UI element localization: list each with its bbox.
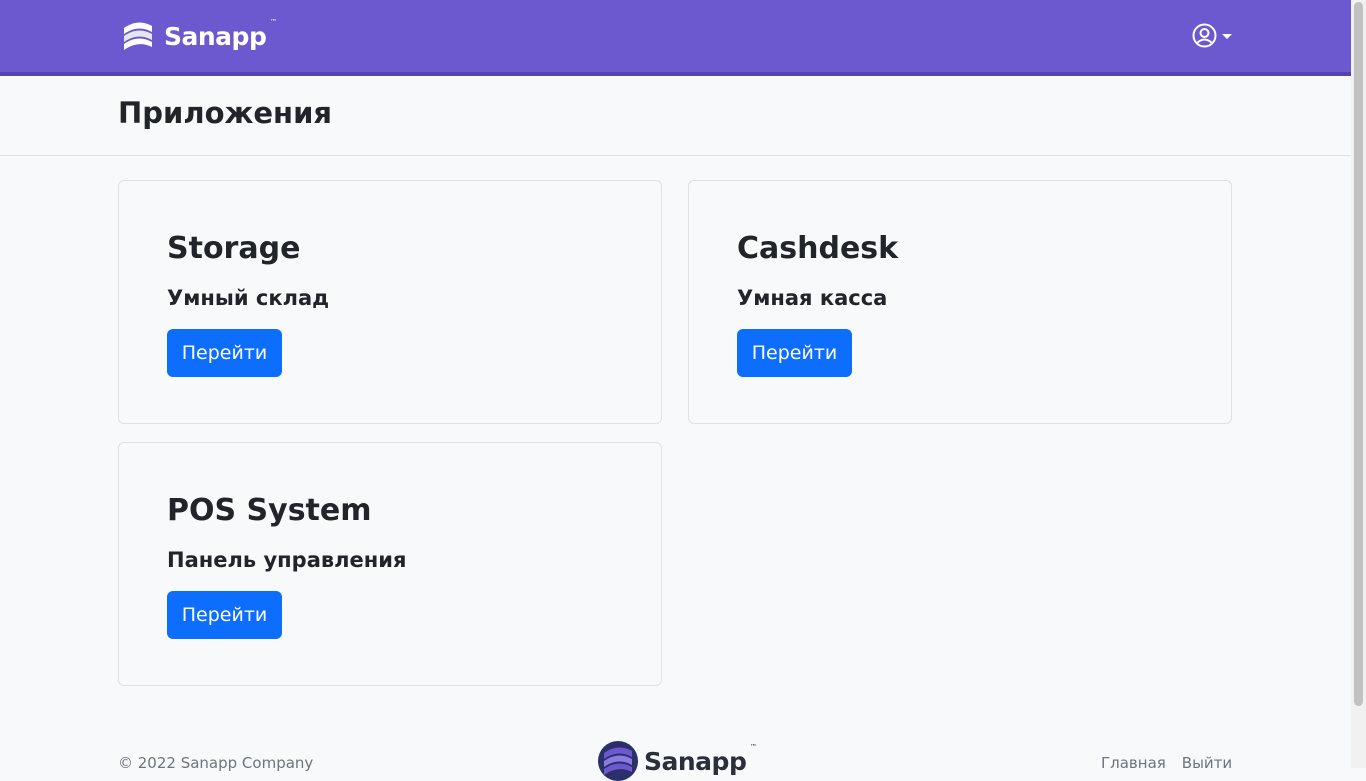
sanapp-logo-icon [118, 16, 158, 56]
footer-link-logout[interactable]: Выйти [1182, 754, 1232, 772]
sanapp-logo-icon [598, 741, 638, 781]
app-card-pos-system: POS System Панель управления Перейти [118, 442, 662, 686]
go-button-storage[interactable]: Перейти [167, 329, 282, 377]
footer-links: Главная Выйти [1101, 754, 1232, 772]
footer-copyright: © 2022 Sanapp Company [118, 754, 314, 772]
footer-link-home[interactable]: Главная [1101, 754, 1166, 772]
app-card-title: Storage [167, 231, 301, 266]
footer-brand-name: Sanapp ™ [644, 742, 757, 776]
app-card-description: Умная касса [737, 286, 888, 310]
app-card-storage: Storage Умный склад Перейти [118, 180, 662, 424]
top-navbar: Sanapp ™ [0, 0, 1351, 76]
brand-logo[interactable]: Sanapp ™ [118, 16, 277, 56]
app-card-cashdesk: Cashdesk Умная касса Перейти [688, 180, 1232, 424]
go-button-cashdesk[interactable]: Перейти [737, 329, 852, 377]
caret-down-icon [1222, 34, 1232, 39]
page-title: Приложения [118, 96, 333, 130]
app-card-title: POS System [167, 493, 372, 528]
vertical-scrollbar[interactable] [1351, 0, 1366, 768]
brand-name: Sanapp ™ [164, 17, 277, 51]
go-button-pos-system[interactable]: Перейти [167, 591, 282, 639]
app-card-description: Панель управления [167, 548, 407, 572]
user-menu-dropdown[interactable] [1192, 23, 1232, 48]
app-card-description: Умный склад [167, 286, 330, 310]
user-circle-icon [1192, 23, 1217, 48]
footer-brand-logo[interactable]: Sanapp ™ [598, 741, 757, 781]
scrollbar-thumb[interactable] [1354, 2, 1363, 706]
app-card-title: Cashdesk [737, 231, 899, 266]
